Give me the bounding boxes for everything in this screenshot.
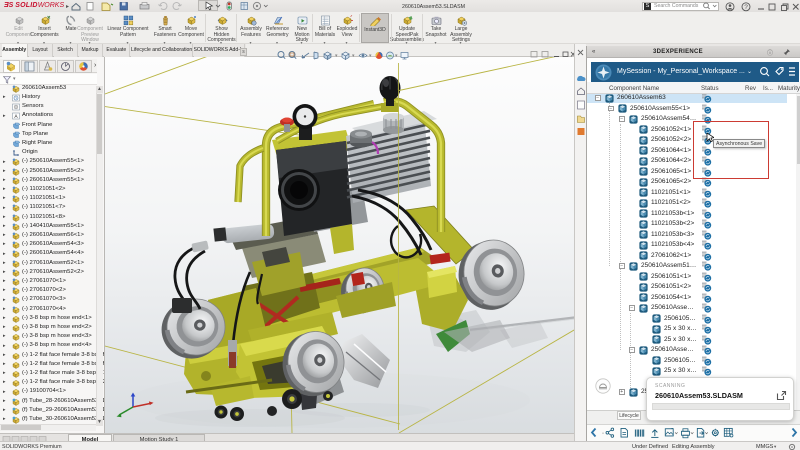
svg-text:?: ? <box>744 4 748 11</box>
svg-text:▾: ▾ <box>369 53 372 59</box>
svg-text:▾: ▾ <box>335 53 338 59</box>
svg-text:▾: ▾ <box>395 53 398 59</box>
svg-text:▾: ▾ <box>352 53 355 59</box>
